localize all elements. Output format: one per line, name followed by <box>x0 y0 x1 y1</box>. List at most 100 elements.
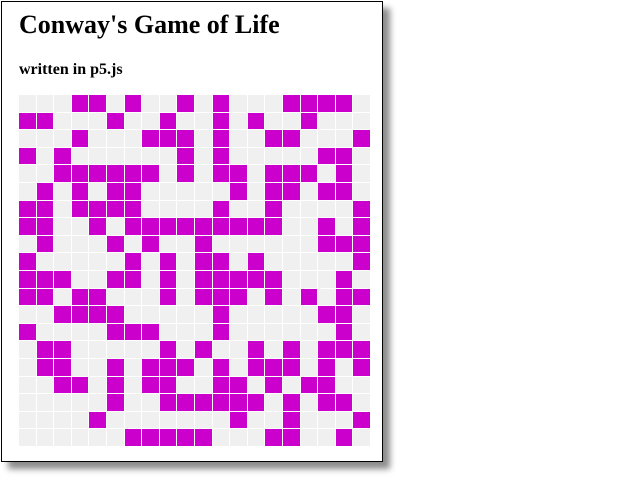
cell-dead[interactable] <box>265 341 282 358</box>
cell-dead[interactable] <box>36 147 54 165</box>
cell-dead[interactable] <box>318 112 335 130</box>
cell-alive[interactable] <box>212 147 230 165</box>
cell-dead[interactable] <box>71 359 89 376</box>
cell-dead[interactable] <box>247 183 265 200</box>
cell-alive[interactable] <box>71 95 89 112</box>
cell-alive[interactable] <box>107 235 124 253</box>
cell-dead[interactable] <box>89 323 106 341</box>
cell-dead[interactable] <box>195 359 212 376</box>
cell-alive[interactable] <box>36 288 54 306</box>
cell-dead[interactable] <box>318 429 335 446</box>
cell-dead[interactable] <box>247 429 265 446</box>
cell-dead[interactable] <box>318 165 335 182</box>
cell-dead[interactable] <box>265 235 282 253</box>
cell-alive[interactable] <box>107 376 124 394</box>
cell-alive[interactable] <box>212 112 230 130</box>
cell-dead[interactable] <box>19 359 36 376</box>
cell-dead[interactable] <box>300 411 318 429</box>
cell-alive[interactable] <box>335 165 353 182</box>
cell-alive[interactable] <box>195 271 212 288</box>
cell-dead[interactable] <box>195 95 212 112</box>
cell-alive[interactable] <box>353 130 370 147</box>
cell-dead[interactable] <box>300 429 318 446</box>
cell-alive[interactable] <box>89 411 106 429</box>
cell-alive[interactable] <box>283 130 300 147</box>
cell-alive[interactable] <box>159 288 177 306</box>
cell-alive[interactable] <box>19 200 36 218</box>
cell-dead[interactable] <box>265 253 282 270</box>
cell-dead[interactable] <box>177 235 194 253</box>
cell-alive[interactable] <box>142 376 159 394</box>
cell-dead[interactable] <box>142 95 159 112</box>
cell-dead[interactable] <box>89 183 106 200</box>
cell-alive[interactable] <box>177 218 194 235</box>
cell-alive[interactable] <box>142 359 159 376</box>
cell-alive[interactable] <box>36 359 54 376</box>
cell-dead[interactable] <box>247 376 265 394</box>
cell-alive[interactable] <box>300 288 318 306</box>
cell-dead[interactable] <box>247 130 265 147</box>
cell-dead[interactable] <box>124 288 142 306</box>
cell-dead[interactable] <box>177 306 194 323</box>
cell-alive[interactable] <box>89 288 106 306</box>
cell-alive[interactable] <box>212 376 230 394</box>
cell-alive[interactable] <box>353 200 370 218</box>
cell-dead[interactable] <box>335 376 353 394</box>
cell-dead[interactable] <box>318 253 335 270</box>
cell-dead[interactable] <box>89 429 106 446</box>
cell-dead[interactable] <box>300 394 318 411</box>
cell-alive[interactable] <box>89 306 106 323</box>
cell-dead[interactable] <box>124 306 142 323</box>
cell-alive[interactable] <box>124 253 142 270</box>
cell-dead[interactable] <box>353 95 370 112</box>
cell-dead[interactable] <box>353 323 370 341</box>
cell-dead[interactable] <box>195 200 212 218</box>
cell-alive[interactable] <box>124 218 142 235</box>
cell-dead[interactable] <box>124 235 142 253</box>
cell-dead[interactable] <box>71 411 89 429</box>
cell-alive[interactable] <box>335 147 353 165</box>
cell-dead[interactable] <box>177 183 194 200</box>
cell-dead[interactable] <box>230 200 247 218</box>
cell-dead[interactable] <box>124 130 142 147</box>
cell-alive[interactable] <box>54 376 71 394</box>
cell-alive[interactable] <box>265 288 282 306</box>
cell-alive[interactable] <box>19 323 36 341</box>
cell-alive[interactable] <box>195 288 212 306</box>
cell-dead[interactable] <box>300 183 318 200</box>
cell-dead[interactable] <box>142 394 159 411</box>
cell-dead[interactable] <box>159 235 177 253</box>
cell-dead[interactable] <box>142 341 159 358</box>
cell-dead[interactable] <box>177 200 194 218</box>
cell-alive[interactable] <box>36 235 54 253</box>
cell-alive[interactable] <box>318 95 335 112</box>
cell-alive[interactable] <box>177 394 194 411</box>
cell-dead[interactable] <box>159 411 177 429</box>
cell-dead[interactable] <box>71 323 89 341</box>
cell-dead[interactable] <box>318 130 335 147</box>
cell-dead[interactable] <box>142 411 159 429</box>
cell-dead[interactable] <box>265 112 282 130</box>
cell-dead[interactable] <box>142 306 159 323</box>
cell-dead[interactable] <box>283 112 300 130</box>
cell-alive[interactable] <box>247 271 265 288</box>
cell-dead[interactable] <box>36 411 54 429</box>
cell-dead[interactable] <box>142 183 159 200</box>
cell-dead[interactable] <box>124 376 142 394</box>
cell-dead[interactable] <box>89 394 106 411</box>
cell-alive[interactable] <box>353 235 370 253</box>
cell-alive[interactable] <box>54 306 71 323</box>
cell-alive[interactable] <box>195 429 212 446</box>
cell-dead[interactable] <box>353 429 370 446</box>
cell-alive[interactable] <box>283 429 300 446</box>
cell-dead[interactable] <box>19 429 36 446</box>
cell-alive[interactable] <box>142 218 159 235</box>
cell-alive[interactable] <box>89 200 106 218</box>
cell-dead[interactable] <box>335 359 353 376</box>
cell-dead[interactable] <box>283 147 300 165</box>
cell-dead[interactable] <box>54 288 71 306</box>
cell-dead[interactable] <box>353 147 370 165</box>
cell-alive[interactable] <box>318 306 335 323</box>
cell-dead[interactable] <box>142 271 159 288</box>
cell-alive[interactable] <box>335 341 353 358</box>
